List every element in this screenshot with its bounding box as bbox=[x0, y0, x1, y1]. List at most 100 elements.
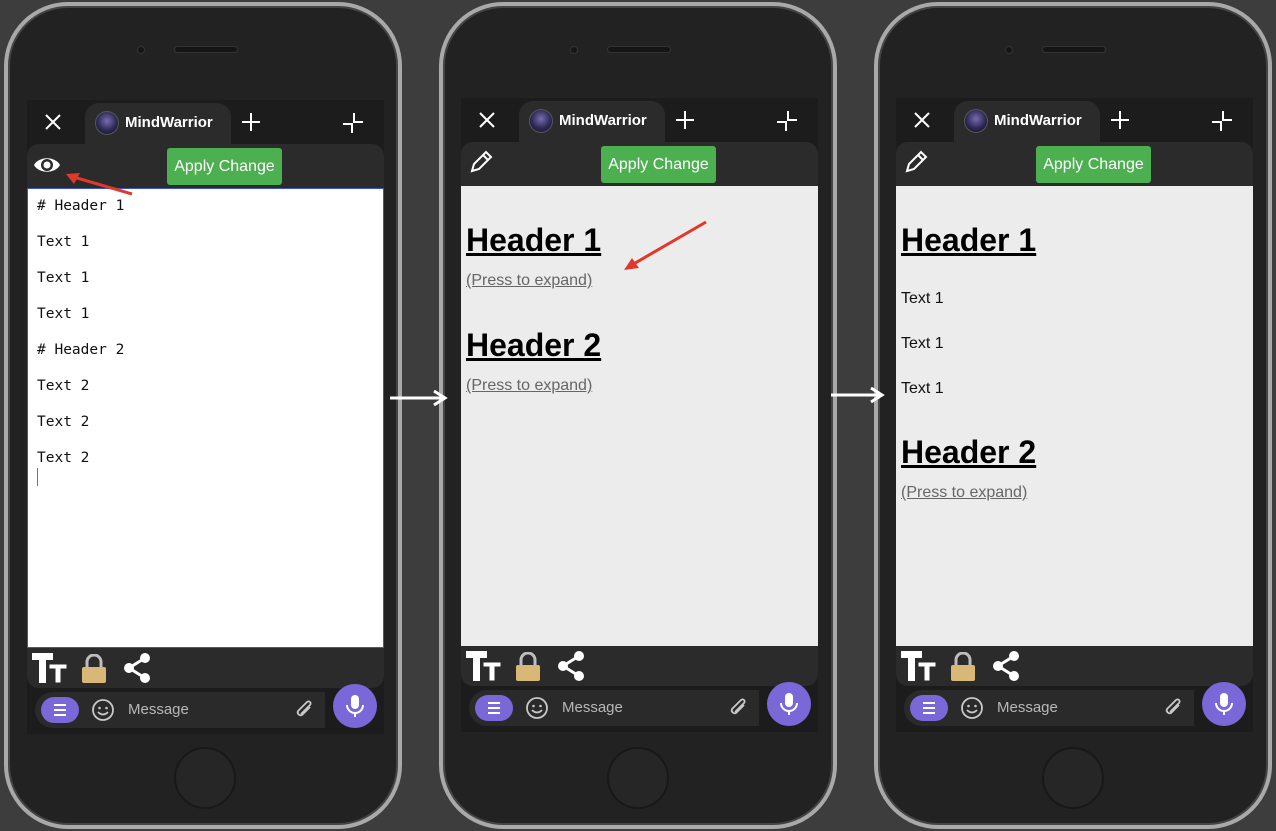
front-camera bbox=[570, 46, 578, 54]
padlock-icon[interactable] bbox=[515, 652, 541, 682]
pencil-icon[interactable] bbox=[902, 150, 930, 176]
menu-icon[interactable] bbox=[41, 697, 79, 723]
add-icon[interactable] bbox=[241, 112, 261, 132]
earpiece-speaker bbox=[174, 46, 238, 53]
apply-change-button[interactable]: Apply Change bbox=[167, 148, 282, 185]
app-topbar: MindWarrior bbox=[27, 100, 384, 145]
section-text: Text 1 bbox=[901, 335, 944, 352]
editor-line: Text 1 bbox=[37, 234, 90, 250]
section-header[interactable]: Header 2 bbox=[901, 434, 1036, 471]
message-composer: Message bbox=[469, 690, 759, 726]
app-topbar: MindWarrior bbox=[461, 98, 818, 143]
close-icon[interactable] bbox=[43, 112, 63, 132]
app-avatar bbox=[95, 111, 119, 135]
paperclip-icon[interactable] bbox=[293, 698, 315, 722]
minimize-icon[interactable] bbox=[342, 112, 364, 134]
editor-toolbar: Apply Change bbox=[461, 142, 818, 186]
format-toolbar bbox=[896, 646, 1253, 686]
flow-arrow-right bbox=[390, 389, 448, 407]
section-header[interactable]: Header 1 bbox=[901, 222, 1036, 259]
text-caret bbox=[37, 468, 38, 486]
message-input[interactable]: Message bbox=[128, 701, 189, 718]
text-size-icon[interactable] bbox=[465, 649, 503, 683]
close-icon[interactable] bbox=[912, 110, 932, 130]
annotation-arrow bbox=[66, 173, 133, 196]
bottom-panel: Message bbox=[461, 646, 818, 732]
app-topbar: MindWarrior bbox=[896, 98, 1253, 143]
app-title: MindWarrior bbox=[994, 112, 1082, 129]
markdown-preview: Header 1 Text 1 Text 1 Text 1 Header 2 (… bbox=[896, 186, 1253, 646]
annotation-arrow bbox=[624, 220, 707, 270]
text-size-icon[interactable] bbox=[900, 649, 938, 683]
home-button[interactable] bbox=[1042, 747, 1104, 809]
phone-screen: MindWarrior Apply Change Header 1 Text 1… bbox=[896, 98, 1253, 732]
share-icon[interactable] bbox=[121, 652, 153, 684]
editor-line: Text 2 bbox=[37, 450, 90, 466]
message-input[interactable]: Message bbox=[997, 699, 1058, 716]
earpiece-speaker bbox=[607, 46, 671, 53]
editor-line: # Header 2 bbox=[37, 342, 125, 358]
apply-change-button[interactable]: Apply Change bbox=[601, 146, 716, 183]
smiley-icon[interactable] bbox=[525, 696, 549, 720]
home-button[interactable] bbox=[174, 747, 236, 809]
front-camera bbox=[137, 46, 145, 54]
add-icon[interactable] bbox=[1110, 110, 1130, 130]
expand-link[interactable]: (Press to expand) bbox=[466, 272, 592, 290]
share-icon[interactable] bbox=[555, 650, 587, 682]
bottom-panel: Message bbox=[896, 646, 1253, 732]
editor-line: Text 1 bbox=[37, 270, 90, 286]
close-icon[interactable] bbox=[477, 110, 497, 130]
menu-icon[interactable] bbox=[910, 695, 948, 721]
message-composer: Message bbox=[35, 692, 325, 728]
padlock-icon[interactable] bbox=[950, 652, 976, 682]
paperclip-icon[interactable] bbox=[727, 696, 749, 720]
section-header[interactable]: Header 2 bbox=[466, 327, 601, 364]
message-composer: Message bbox=[904, 690, 1194, 726]
minimize-icon[interactable] bbox=[1211, 110, 1233, 132]
menu-icon[interactable] bbox=[475, 695, 513, 721]
phone-screen: MindWarrior Apply Change Header 1 (Press… bbox=[461, 98, 818, 732]
markdown-editor[interactable]: # Header 1 Text 1 Text 1 Text 1 # Header… bbox=[27, 188, 384, 648]
eye-icon[interactable] bbox=[33, 152, 61, 178]
app-avatar bbox=[964, 109, 988, 133]
app-title: MindWarrior bbox=[559, 112, 647, 129]
expand-link[interactable]: (Press to expand) bbox=[466, 377, 592, 395]
smiley-icon[interactable] bbox=[91, 698, 115, 722]
section-text: Text 1 bbox=[901, 290, 944, 307]
flow-arrow-right bbox=[831, 386, 885, 404]
smiley-icon[interactable] bbox=[960, 696, 984, 720]
editor-line: Text 2 bbox=[37, 378, 90, 394]
microphone-icon[interactable] bbox=[333, 684, 377, 728]
front-camera bbox=[1005, 46, 1013, 54]
phone-frame-2: MindWarrior Apply Change Header 1 (Press… bbox=[437, 0, 839, 831]
microphone-icon[interactable] bbox=[767, 682, 811, 726]
editor-line: Text 1 bbox=[37, 306, 90, 322]
app-tab[interactable]: MindWarrior bbox=[519, 101, 665, 143]
format-toolbar bbox=[27, 648, 384, 688]
expand-link[interactable]: (Press to expand) bbox=[901, 484, 1027, 502]
editor-line: Text 2 bbox=[37, 414, 90, 430]
pencil-icon[interactable] bbox=[467, 150, 495, 176]
phone-frame-1: MindWarrior Apply Change # Header 1 Text… bbox=[2, 0, 404, 831]
phone-frame-3: MindWarrior Apply Change Header 1 Text 1… bbox=[872, 0, 1274, 831]
format-toolbar bbox=[461, 646, 818, 686]
text-size-icon[interactable] bbox=[31, 651, 69, 685]
share-icon[interactable] bbox=[990, 650, 1022, 682]
padlock-icon[interactable] bbox=[81, 654, 107, 684]
editor-toolbar: Apply Change bbox=[896, 142, 1253, 186]
app-avatar bbox=[529, 109, 553, 133]
app-tab[interactable]: MindWarrior bbox=[954, 101, 1100, 143]
minimize-icon[interactable] bbox=[776, 110, 798, 132]
add-icon[interactable] bbox=[675, 110, 695, 130]
section-header[interactable]: Header 1 bbox=[466, 222, 601, 259]
apply-change-button[interactable]: Apply Change bbox=[1036, 146, 1151, 183]
bottom-panel: Message bbox=[27, 648, 384, 734]
earpiece-speaker bbox=[1042, 46, 1106, 53]
message-input[interactable]: Message bbox=[562, 699, 623, 716]
app-tab[interactable]: MindWarrior bbox=[85, 103, 231, 145]
microphone-icon[interactable] bbox=[1202, 682, 1246, 726]
editor-line: # Header 1 bbox=[37, 198, 125, 214]
home-button[interactable] bbox=[607, 747, 669, 809]
section-text: Text 1 bbox=[901, 380, 944, 397]
paperclip-icon[interactable] bbox=[1162, 696, 1184, 720]
